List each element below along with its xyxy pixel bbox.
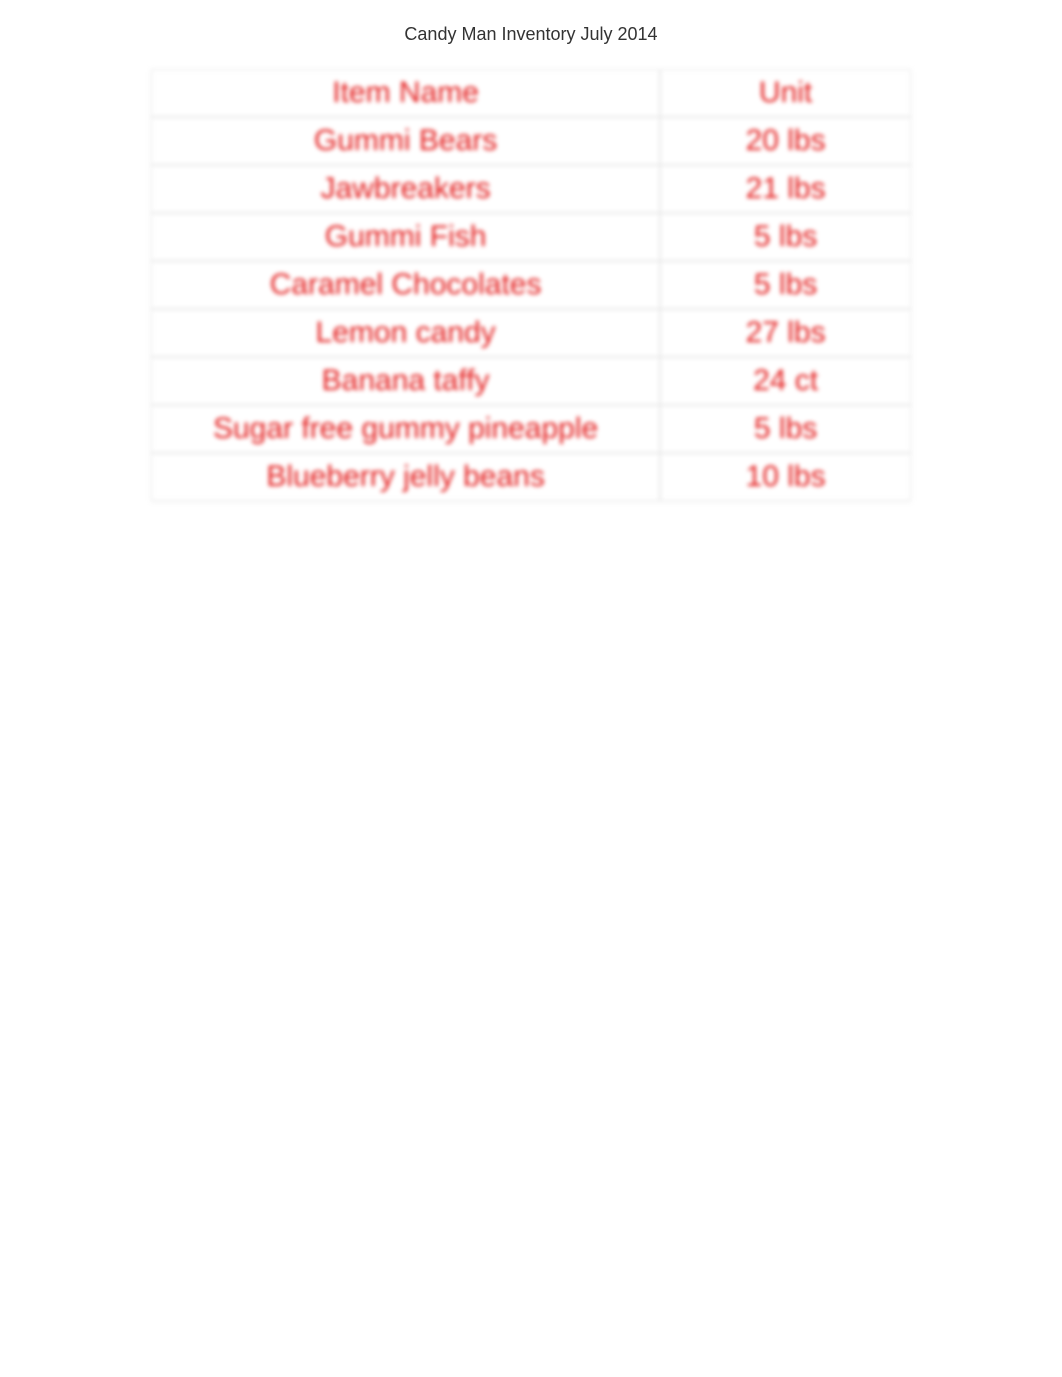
cell-item-name: Lemon candy: [151, 309, 660, 357]
table-row: Banana taffy 24 ct: [151, 357, 911, 405]
header-unit: Unit: [660, 69, 911, 117]
inventory-table-container: Item Name Unit Gummi Bears 20 lbs Jawbre…: [151, 69, 911, 501]
table-row: Blueberry jelly beans 10 lbs: [151, 453, 911, 501]
cell-item-name: Jawbreakers: [151, 165, 660, 213]
cell-unit: 27 lbs: [660, 309, 911, 357]
page-title: Candy Man Inventory July 2014: [0, 0, 1062, 69]
cell-unit: 5 lbs: [660, 405, 911, 453]
table-row: Lemon candy 27 lbs: [151, 309, 911, 357]
table-row: Jawbreakers 21 lbs: [151, 165, 911, 213]
table-header-row: Item Name Unit: [151, 69, 911, 117]
cell-unit: 20 lbs: [660, 117, 911, 165]
cell-item-name: Banana taffy: [151, 357, 660, 405]
inventory-table: Item Name Unit Gummi Bears 20 lbs Jawbre…: [151, 69, 911, 501]
cell-item-name: Gummi Fish: [151, 213, 660, 261]
table-row: Gummi Fish 5 lbs: [151, 213, 911, 261]
cell-unit: 5 lbs: [660, 213, 911, 261]
cell-unit: 21 lbs: [660, 165, 911, 213]
cell-item-name: Sugar free gummy pineapple: [151, 405, 660, 453]
cell-unit: 5 lbs: [660, 261, 911, 309]
cell-item-name: Gummi Bears: [151, 117, 660, 165]
table-row: Caramel Chocolates 5 lbs: [151, 261, 911, 309]
cell-unit: 10 lbs: [660, 453, 911, 501]
header-item-name: Item Name: [151, 69, 660, 117]
cell-unit: 24 ct: [660, 357, 911, 405]
cell-item-name: Caramel Chocolates: [151, 261, 660, 309]
table-row: Gummi Bears 20 lbs: [151, 117, 911, 165]
cell-item-name: Blueberry jelly beans: [151, 453, 660, 501]
table-row: Sugar free gummy pineapple 5 lbs: [151, 405, 911, 453]
